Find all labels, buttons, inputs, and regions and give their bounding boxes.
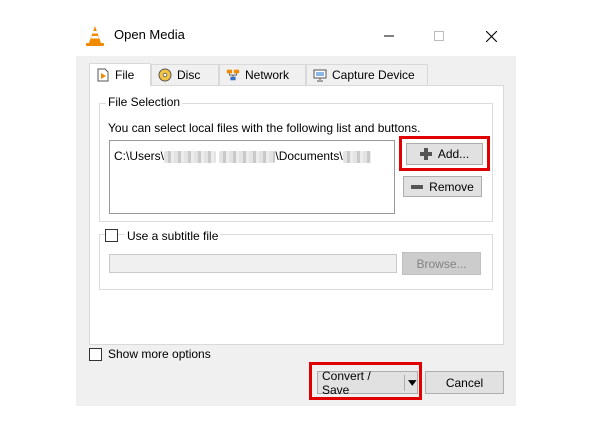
close-icon <box>485 30 497 42</box>
add-button-label: Add... <box>437 147 470 161</box>
redacted-username-2 <box>219 150 276 163</box>
file-selection-label: File Selection <box>106 95 183 109</box>
file-list[interactable]: C:\Users\ \Documents\ <box>109 140 395 214</box>
convert-save-button[interactable]: Convert / Save <box>317 368 418 397</box>
subtitle-checkbox-label: Use a subtitle file <box>125 229 221 243</box>
tab-disc[interactable]: Disc <box>151 64 219 85</box>
maximize-icon <box>434 31 444 41</box>
file-tab-panel: File Selection You can select local file… <box>89 85 504 345</box>
remove-button[interactable]: Remove <box>403 176 482 197</box>
minus-icon <box>411 184 424 189</box>
disc-icon <box>158 68 172 82</box>
redacted-username <box>164 150 217 163</box>
minimize-button[interactable] <box>366 16 412 56</box>
file-path-start: C:\Users\ <box>114 149 165 163</box>
open-media-dialog: Open Media File Disc Network Capture Dev… <box>76 16 516 406</box>
tab-network-label: Network <box>245 68 290 82</box>
file-list-item[interactable]: C:\Users\ \Documents\ <box>114 149 371 163</box>
remove-button-label: Remove <box>429 179 474 194</box>
title-bar: Open Media <box>76 16 516 56</box>
plus-icon <box>419 148 432 160</box>
subtitle-checkbox[interactable] <box>105 229 118 242</box>
tab-file-label: File <box>115 68 135 82</box>
tab-capture-device-label: Capture Device <box>332 68 415 82</box>
cancel-button-label: Cancel <box>445 375 484 390</box>
minimize-icon <box>384 35 394 37</box>
tab-network[interactable]: Network <box>219 64 306 85</box>
vlc-cone-icon <box>86 26 104 46</box>
maximize-button[interactable] <box>416 16 462 56</box>
browse-button[interactable]: Browse... <box>402 252 481 275</box>
cancel-button[interactable]: Cancel <box>425 371 504 394</box>
show-more-options-label: Show more options <box>108 347 211 361</box>
close-button[interactable] <box>468 16 514 56</box>
window-title: Open Media <box>114 27 185 42</box>
dropdown-arrow-icon[interactable] <box>408 379 417 386</box>
tab-file[interactable]: File <box>89 63 151 86</box>
tab-disc-label: Disc <box>177 68 201 82</box>
split-divider <box>404 374 406 391</box>
file-path-mid: \Documents\ <box>275 149 343 163</box>
tab-capture-device[interactable]: Capture Device <box>306 64 428 85</box>
redacted-filename <box>342 150 371 163</box>
capture-device-icon <box>313 68 327 82</box>
file-play-icon <box>96 68 110 82</box>
show-more-options-checkbox[interactable] <box>89 348 102 361</box>
convert-save-label: Convert / Save <box>322 368 371 397</box>
network-icon <box>226 68 240 82</box>
subtitle-file-input[interactable] <box>109 254 397 273</box>
browse-button-label: Browse... <box>416 256 467 271</box>
file-selection-instruction: You can select local files with the foll… <box>108 121 421 135</box>
add-button[interactable]: Add... <box>406 143 483 165</box>
